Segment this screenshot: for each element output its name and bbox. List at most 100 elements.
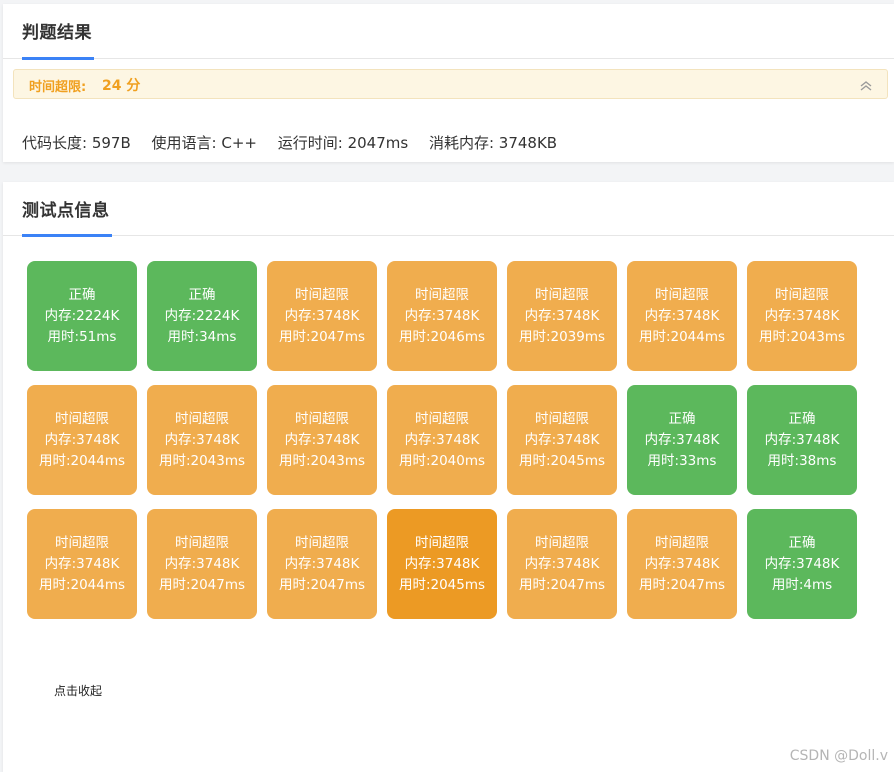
test-case-status: 时间超限	[535, 410, 589, 427]
test-case-time: 用时:2040ms	[398, 452, 486, 469]
test-case-status: 时间超限	[655, 286, 709, 303]
test-case-status: 时间超限	[415, 410, 469, 427]
test-case-memory: 内存:3748K	[644, 555, 720, 572]
test-case-status: 正确	[668, 410, 696, 427]
test-case-memory: 内存:3748K	[164, 555, 240, 572]
test-case-status: 时间超限	[295, 534, 349, 551]
test-case-status: 时间超限	[175, 410, 229, 427]
collapse-link[interactable]: 点击收起	[54, 682, 102, 699]
test-case-time: 用时:34ms	[167, 328, 237, 345]
test-case-time: 用时:2044ms	[38, 576, 126, 593]
test-case-time: 用时:2045ms	[398, 576, 486, 593]
test-case-tile[interactable]: 正确内存:2224K 用时:34ms	[147, 261, 257, 371]
test-case-time: 用时:4ms	[771, 576, 833, 593]
test-cases-tab-indicator	[22, 234, 112, 237]
test-case-memory: 内存:3748K	[764, 431, 840, 448]
test-cases-title: 测试点信息	[22, 201, 110, 221]
test-case-tile[interactable]: 时间超限内存:3748K 用时:2047ms	[267, 509, 377, 619]
watermark: CSDN @Doll.v	[789, 748, 888, 764]
test-case-time: 用时:2047ms	[278, 328, 366, 345]
test-case-tile[interactable]: 时间超限 内存:3748K 用时:2047ms	[507, 509, 617, 619]
test-case-time: 用时:38ms	[767, 452, 837, 469]
test-case-status: 时间超限	[535, 286, 589, 303]
language: 使用语言: C++	[151, 134, 257, 152]
test-case-tile[interactable]: 时间超限内存:3748K 用时:2047ms	[267, 261, 377, 371]
double-chevron-up-icon[interactable]	[859, 78, 873, 92]
test-case-status: 时间超限	[55, 534, 109, 551]
test-case-time: 用时:2047ms	[158, 576, 246, 593]
test-case-memory: 内存:3748K	[764, 555, 840, 572]
test-case-tile[interactable]: 时间超限内存:3748K 用时:2047ms	[627, 509, 737, 619]
test-case-time: 用时:51ms	[47, 328, 117, 345]
test-case-tile[interactable]: 时间超限内存:3748K 用时:2043ms	[267, 385, 377, 495]
test-cases-panel: 测试点信息 正确 内存:2224K 用时:51ms 正确 内存:2224K 用时:34ms…	[3, 182, 894, 772]
code-length: 代码长度: 597B	[22, 134, 131, 152]
test-case-memory: 内存:3748K	[644, 431, 720, 448]
test-case-tile[interactable]: 时间超限内存:3748K 用时:2044ms	[627, 261, 737, 371]
judge-result-tab-indicator	[22, 57, 94, 60]
test-cases-header: 测试点信息	[3, 182, 894, 237]
test-case-memory: 内存:3748K	[284, 431, 360, 448]
test-case-status: 正确	[788, 534, 816, 551]
test-case-status: 时间超限	[175, 534, 229, 551]
test-case-tile[interactable]: 时间超限内存:3748K 用时:2039ms	[507, 261, 617, 371]
test-case-memory: 内存:3748K	[164, 431, 240, 448]
test-case-status: 正确	[788, 410, 816, 427]
test-case-memory: 内存:3748K	[44, 555, 120, 572]
test-case-tile[interactable]: 正确内存:3748K 用时:38ms	[747, 385, 857, 495]
submission-meta: 代码长度: 597B 使用语言: C++ 运行时间: 2047ms 消耗内存: …	[22, 132, 573, 153]
test-case-time: 用时:2047ms	[278, 576, 366, 593]
judge-result-panel: 判题结果 时间超限: 24 分 代码长度: 597B 使用语言: C++ 运行时…	[3, 4, 894, 162]
test-case-tile[interactable]: 正确内存:3748K 用时:4ms	[747, 509, 857, 619]
test-case-time: 用时:2039ms	[518, 328, 606, 345]
test-case-tile[interactable]: 正确内存:2224K 用时:51ms	[27, 261, 137, 371]
test-case-memory: 内存:3748K	[524, 431, 600, 448]
test-case-status: 时间超限	[55, 410, 109, 427]
test-case-tile[interactable]: 时间超限内存:3748K 用时:2043ms	[147, 385, 257, 495]
test-case-tile[interactable]: 时间超限内存:3748K 用时:2047ms	[147, 509, 257, 619]
test-case-grid: 正确 内存:2224K 用时:51ms 正确 内存:2224K 用时:34ms 时间超限 内存…	[27, 261, 857, 619]
judge-result-header: 判题结果	[3, 4, 894, 60]
test-case-memory: 内存:2224K	[44, 307, 120, 324]
test-case-time: 用时:2046ms	[398, 328, 486, 345]
test-case-status: 时间超限	[295, 286, 349, 303]
test-case-tile[interactable]: 时间超限 内存:3748K 用时:2046ms	[387, 261, 497, 371]
test-case-tile[interactable]: 正确内存:3748K 用时:33ms	[627, 385, 737, 495]
test-case-time: 用时:2047ms	[638, 576, 726, 593]
test-case-time: 用时:2043ms	[278, 452, 366, 469]
test-case-status: 时间超限	[655, 534, 709, 551]
test-case-status: 时间超限	[535, 534, 589, 551]
test-case-time: 用时:2044ms	[638, 328, 726, 345]
test-case-tile[interactable]: 时间超限内存:3748K 用时:2045ms	[387, 509, 497, 619]
test-case-memory: 内存:3748K	[524, 555, 600, 572]
judge-result-title: 判题结果	[22, 23, 92, 43]
test-case-time: 用时:33ms	[647, 452, 717, 469]
test-case-memory: 内存:3748K	[404, 431, 480, 448]
test-case-tile[interactable]: 时间超限内存:3748K 用时:2044ms	[27, 509, 137, 619]
test-case-memory: 内存:3748K	[44, 431, 120, 448]
test-case-tile[interactable]: 时间超限 内存:3748K 用时:2043ms	[747, 261, 857, 371]
test-case-status: 正确	[68, 286, 96, 303]
test-case-memory: 内存:3748K	[644, 307, 720, 324]
test-case-status: 时间超限	[415, 534, 469, 551]
test-case-memory: 内存:3748K	[284, 555, 360, 572]
test-case-time: 用时:2043ms	[758, 328, 846, 345]
test-case-time: 用时:2044ms	[38, 452, 126, 469]
test-case-tile[interactable]: 时间超限内存:3748K 用时:2040ms	[387, 385, 497, 495]
test-case-tile[interactable]: 时间超限内存:3748K 用时:2044ms	[27, 385, 137, 495]
score-value: 24 分	[102, 78, 141, 94]
test-case-tile[interactable]: 时间超限内存:3748K 用时:2045ms	[507, 385, 617, 495]
test-case-memory: 内存:3748K	[284, 307, 360, 324]
status-label: 时间超限:	[29, 80, 87, 95]
test-case-memory: 内存:2224K	[164, 307, 240, 324]
test-case-status: 时间超限	[415, 286, 469, 303]
test-case-memory: 内存:3748K	[764, 307, 840, 324]
test-case-memory: 内存:3748K	[404, 555, 480, 572]
test-case-time: 用时:2045ms	[518, 452, 606, 469]
test-case-time: 用时:2043ms	[158, 452, 246, 469]
run-time: 运行时间: 2047ms	[277, 134, 409, 152]
test-case-status: 时间超限	[295, 410, 349, 427]
test-case-status: 正确	[188, 286, 216, 303]
test-case-memory: 内存:3748K	[524, 307, 600, 324]
result-status-bar[interactable]: 时间超限: 24 分	[13, 69, 888, 99]
